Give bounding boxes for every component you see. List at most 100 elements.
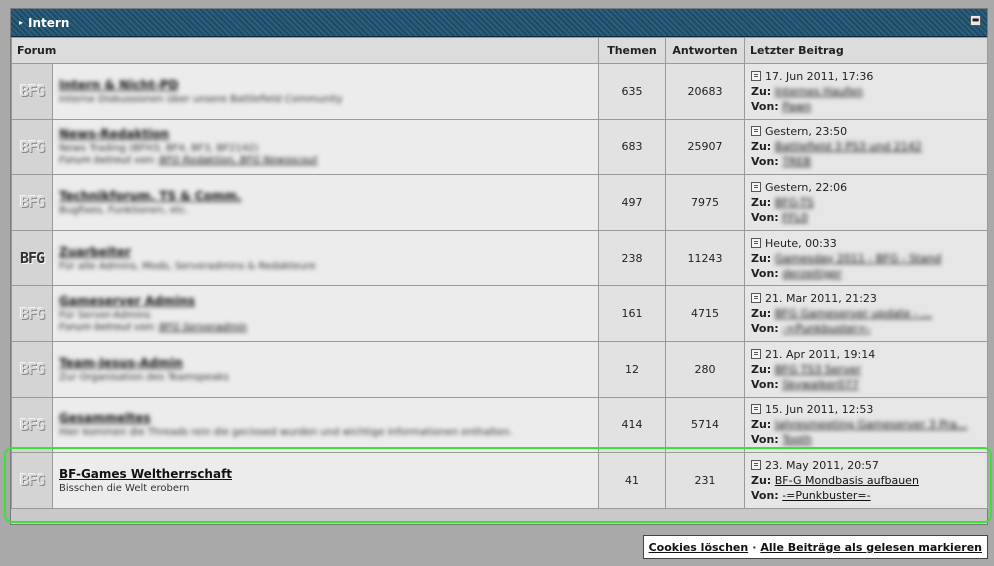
forum-name-link[interactable]: Zuarbeiter xyxy=(59,245,592,259)
last-post-date: Gestern, 22:06 xyxy=(765,180,848,194)
forum-info-cell: Gameserver Admins Für Server-Admins Foru… xyxy=(52,285,599,342)
forum-topics-count: 414 xyxy=(598,396,666,454)
last-post-date: Gestern, 23:50 xyxy=(765,125,848,139)
last-post-icon[interactable] xyxy=(751,348,761,359)
forum-info-cell: Gesammeltes Hier kommen die Threads rein… xyxy=(52,396,599,454)
moderated-by-label: Forum betreut von: xyxy=(59,155,157,167)
last-post-to-label: Zu: xyxy=(751,195,772,209)
last-post-date: Heute, 00:33 xyxy=(765,236,837,250)
last-post-user-link[interactable]: -=Punkbuster=- xyxy=(782,489,870,502)
last-post-date: 21. Mar 2011, 21:23 xyxy=(765,292,877,306)
forum-name-link[interactable]: BF-Games Weltherrschaft xyxy=(59,467,592,481)
forum-icon-cell: BFG xyxy=(11,118,53,176)
forum-replies-count: 20683 xyxy=(665,63,745,120)
forum-icon-cell: BFG xyxy=(11,63,53,120)
forum-replies-count: 5714 xyxy=(665,396,745,454)
forum-status-icon: BFG xyxy=(19,249,45,268)
last-post-user-link[interactable]: TREB xyxy=(782,155,811,168)
forum-description: Für alle Admins, Mods, Serveradmins & Re… xyxy=(59,260,316,272)
last-post-user-link[interactable]: FFL0 xyxy=(782,211,808,224)
forum-info-cell: Technikforum, TS & Comm. Bugfixes, Funkt… xyxy=(52,174,599,231)
last-post-to-label: Zu: xyxy=(751,140,772,154)
last-post-from-label: Von: xyxy=(751,322,779,336)
last-post-topic-link[interactable]: BFG Gameserver update - ... xyxy=(775,307,932,320)
actions-separator: · xyxy=(752,540,757,554)
forum-status-icon: BFG xyxy=(19,82,45,101)
last-post-from-label: Von: xyxy=(751,433,779,447)
forum-table: Forum Themen Antworten Letzter Beitrag B… xyxy=(11,37,988,509)
forum-icon-cell: BFG xyxy=(11,452,53,509)
column-header-forum: Forum xyxy=(11,37,599,64)
last-post-from-label: Von: xyxy=(751,266,779,280)
forum-row: BFG Technikforum, TS & Comm. Bugfixes, F… xyxy=(11,174,988,231)
forum-name-link[interactable]: Team-Jesus-Admin xyxy=(59,356,592,370)
last-post-to-label: Zu: xyxy=(751,84,772,98)
forum-row: BFG Gesammeltes Hier kommen die Threads … xyxy=(11,396,988,454)
forum-last-post-cell: 23. May 2011, 20:57 Zu: BF-G Mondbasis a… xyxy=(744,452,988,509)
last-post-topic-link[interactable]: BFG TS3 Server xyxy=(775,363,861,376)
forum-last-post-cell: Gestern, 23:50 Zu: Battlefield 3 PS3 und… xyxy=(744,118,988,176)
forum-moderator-link[interactable]: BFG Serveradmin xyxy=(159,322,247,333)
forum-name-link[interactable]: Gesammeltes xyxy=(59,411,592,425)
last-post-user-link[interactable]: Tooth xyxy=(782,433,812,446)
forum-name-link[interactable]: Technikforum, TS & Comm. xyxy=(59,189,592,203)
last-post-icon[interactable] xyxy=(751,70,761,81)
forum-topics-count: 683 xyxy=(598,118,666,176)
forum-last-post-cell: Heute, 00:33 Zu: Gamesday 2011 - BFG - S… xyxy=(744,229,988,287)
last-post-icon[interactable] xyxy=(751,181,761,192)
forum-description: Für Server-Admins xyxy=(59,310,151,322)
forum-topics-count: 635 xyxy=(598,63,666,120)
forum-name-link[interactable]: News-Redaktion xyxy=(59,127,592,141)
last-post-icon[interactable] xyxy=(751,293,761,304)
forum-status-icon: BFG xyxy=(19,193,45,212)
last-post-topic-link[interactable]: BF-G Mondbasis aufbauen xyxy=(775,474,919,487)
last-post-from-label: Von: xyxy=(751,155,779,169)
last-post-user-link[interactable]: derzeitiger xyxy=(782,267,842,280)
last-post-icon[interactable] xyxy=(751,126,761,137)
column-header-replies: Antworten xyxy=(665,37,745,64)
last-post-user-link[interactable]: Pawn xyxy=(782,100,811,113)
forum-status-icon: BFG xyxy=(19,415,45,434)
forum-description: Bisschen die Welt erobern xyxy=(59,482,190,494)
last-post-topic-link[interactable]: Gamesday 2011 - BFG - Stand xyxy=(775,252,942,265)
forum-replies-count: 11243 xyxy=(665,229,745,287)
forum-row: BFG Team-Jesus-Admin Zur Organisation de… xyxy=(11,340,988,398)
forum-moderator-link[interactable]: BFG Redaktion, BFG Newsscout xyxy=(159,155,317,166)
last-post-user-link[interactable]: -=Punkbuster=- xyxy=(782,322,870,335)
forum-topics-count: 161 xyxy=(598,285,666,342)
forum-last-post-cell: 15. Jun 2011, 12:53 Zu: Jahresmeeting Ga… xyxy=(744,396,988,454)
last-post-icon[interactable] xyxy=(751,459,761,470)
forum-topics-count: 497 xyxy=(598,174,666,231)
forum-last-post-cell: Gestern, 22:06 Zu: BFG-TS Von: FFL0 xyxy=(744,174,988,231)
last-post-user-link[interactable]: Skywalker077 xyxy=(782,378,859,391)
last-post-topic-link[interactable]: Internes Haufen xyxy=(775,85,863,98)
last-post-icon[interactable] xyxy=(751,404,761,415)
forum-replies-count: 231 xyxy=(665,452,745,509)
forum-last-post-cell: 21. Apr 2011, 19:14 Zu: BFG TS3 Server V… xyxy=(744,340,988,398)
last-post-topic-link[interactable]: Battlefield 3 PS3 und 2142 xyxy=(775,140,922,153)
forum-info-cell: Intern & Nicht-PD Interne Diskussionen ü… xyxy=(52,63,599,120)
column-header-last-post: Letzter Beitrag xyxy=(744,37,988,64)
last-post-from-label: Von: xyxy=(751,377,779,391)
last-post-date: 17. Jun 2011, 17:36 xyxy=(765,69,874,83)
forum-topics-count: 12 xyxy=(598,340,666,398)
forum-info-cell: BF-Games Weltherrschaft Bisschen die Wel… xyxy=(52,452,599,509)
delete-cookies-link[interactable]: Cookies löschen xyxy=(649,541,749,554)
forum-name-link[interactable]: Gameserver Admins xyxy=(59,294,592,308)
forum-status-icon: BFG xyxy=(19,471,45,490)
category-header[interactable]: ▸ Intern ▬ xyxy=(11,9,987,37)
category-title[interactable]: Intern xyxy=(28,16,69,30)
forum-status-icon: BFG xyxy=(19,137,45,156)
mark-all-read-link[interactable]: Alle Beiträge als gelesen markieren xyxy=(760,541,982,554)
forum-name-link[interactable]: Intern & Nicht-PD xyxy=(59,78,592,92)
forum-replies-count: 280 xyxy=(665,340,745,398)
last-post-topic-link[interactable]: Jahresmeeting Gameserver 3 Pra... xyxy=(775,418,968,431)
forum-moderators: Forum betreut von: BFG Redaktion, BFG Ne… xyxy=(59,155,592,166)
forum-replies-count: 7975 xyxy=(665,174,745,231)
last-post-topic-link[interactable]: BFG-TS xyxy=(775,196,814,209)
forum-info-cell: Team-Jesus-Admin Zur Organisation des Te… xyxy=(52,340,599,398)
collapse-icon[interactable]: ▬ xyxy=(970,15,981,26)
last-post-from-label: Von: xyxy=(751,210,779,224)
forum-row: BFG Intern & Nicht-PD Interne Diskussion… xyxy=(11,63,988,120)
last-post-icon[interactable] xyxy=(751,237,761,248)
